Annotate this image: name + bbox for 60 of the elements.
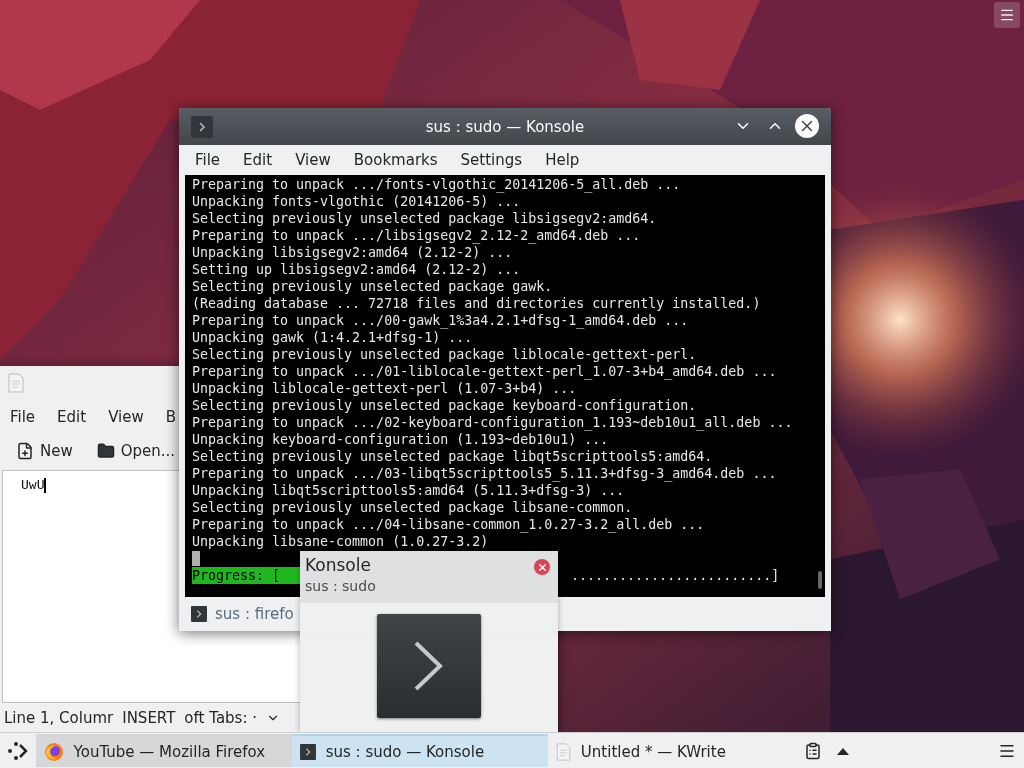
menu-item[interactable]: Edit <box>243 151 273 169</box>
close-button[interactable] <box>795 114 819 138</box>
terminal-line: Selecting previously unselected package gawk. <box>192 278 554 295</box>
terminal-line: Preparing to unpack .../04-libsane-common_1.0.27-3.2_all.deb ... <box>192 516 706 533</box>
terminal-line: (Reading database ... 72718 files and directories currently installed.) <box>192 295 762 312</box>
terminal-line: Preparing to unpack .../03-libqt5scripttools5_5.11.3+dfsg-3_amd64.deb ... <box>192 465 778 482</box>
menu-item[interactable]: Help <box>545 151 580 169</box>
terminal-tab[interactable]: sus : firefo <box>191 604 294 623</box>
terminal-line: Selecting previously unselected package libqt5scripttools5:amd64. <box>192 448 714 465</box>
terminal-line: Unpacking libqt5scripttools5:amd64 (5.11.3+dfsg-3) ... <box>192 482 626 499</box>
terminal-line: Unpacking fonts-vlgothic (20141206-5) ... <box>192 193 522 210</box>
terminal-line: Selecting previously unselected package libsane-common. <box>192 499 634 516</box>
menu-item[interactable]: View <box>295 151 331 169</box>
status-text: INSERT <box>122 709 176 727</box>
terminal-line: Unpacking gawk (1:4.2.1+dfsg-1) ... <box>192 329 474 346</box>
menu-icon <box>999 7 1015 23</box>
window-thumbnail[interactable] <box>377 614 481 718</box>
terminal-line: Preparing to unpack .../libsigsegv2_2.12-2_amd64.deb ... <box>192 227 642 244</box>
scrollbar-thumb[interactable] <box>818 571 822 589</box>
task-button[interactable]: Untitled * — KWrite <box>547 734 804 767</box>
terminal-icon <box>191 605 207 622</box>
status-text: Line 1, Columr <box>4 709 114 727</box>
clipboard-icon[interactable] <box>804 741 822 760</box>
terminal-line: Selecting previously unselected package liblocale-gettext-perl. <box>192 346 698 363</box>
terminal-line: Setting up libsigsegv2:amd64 (2.12-2) ... <box>192 261 522 278</box>
menu-item[interactable]: B <box>165 408 177 426</box>
menu-item[interactable]: Bookmarks <box>353 151 438 169</box>
menu-item[interactable]: Edit <box>57 408 87 426</box>
app-icon <box>8 373 24 393</box>
open-button[interactable]: Open... <box>90 439 182 463</box>
progress-dots: .........................] <box>571 567 780 584</box>
terminal-line: Selecting previously unselected package keyboard-configuration. <box>192 397 698 414</box>
folder-icon <box>96 442 115 460</box>
task-button[interactable]: sus : sudo — Konsole <box>291 734 548 767</box>
terminal-line: Unpacking libsigsegv2:amd64 (2.12-2) ... <box>192 244 514 261</box>
terminal-line: Preparing to unpack .../00-gawk_1%3a4.2.1+dfsg-1_amd64.deb ... <box>192 312 690 329</box>
menu-button[interactable] <box>994 2 1020 28</box>
terminal-line: Selecting previously unselected package libsigsegv2:amd64. <box>192 210 658 227</box>
terminal-icon <box>299 743 316 760</box>
terminal-line: Unpacking libsane-common (1.0.27-3.2) <box>192 533 490 550</box>
task-button[interactable]: YouTube — Mozilla Firefox <box>35 734 292 767</box>
terminal-line: Preparing to unpack .../fonts-vlgothic_20141206-5_all.deb ... <box>192 176 682 193</box>
window-title: sus : sudo — Konsole <box>425 117 585 136</box>
menu-item[interactable]: Settings <box>460 151 523 169</box>
fox-globe-icon <box>43 741 64 762</box>
new-button[interactable]: New <box>10 439 79 463</box>
menu-item[interactable]: File <box>195 151 221 169</box>
new-file-icon <box>16 442 34 460</box>
terminal-line: Unpacking liblocale-gettext-perl (1.07-3+b4) ... <box>192 380 578 397</box>
close-icon <box>536 561 548 573</box>
menu-item[interactable]: View <box>108 408 144 426</box>
document-icon <box>555 742 571 761</box>
close-button[interactable] <box>534 559 550 575</box>
terminal-line: Unpacking keyboard-configuration (1.193~deb10u1) ... <box>192 431 610 448</box>
menu-item[interactable]: File <box>10 408 36 426</box>
terminal-icon <box>191 116 213 138</box>
text-cursor <box>192 551 200 566</box>
terminal-line: Preparing to unpack .../01-liblocale-gettext-perl_1.07-3+b4_amd64.deb ... <box>192 363 778 380</box>
status-text: oft Tabs: · <box>184 709 257 727</box>
terminal-line: Preparing to unpack .../02-keyboard-configuration_1.193~deb10u1_all.deb ... <box>192 414 794 431</box>
